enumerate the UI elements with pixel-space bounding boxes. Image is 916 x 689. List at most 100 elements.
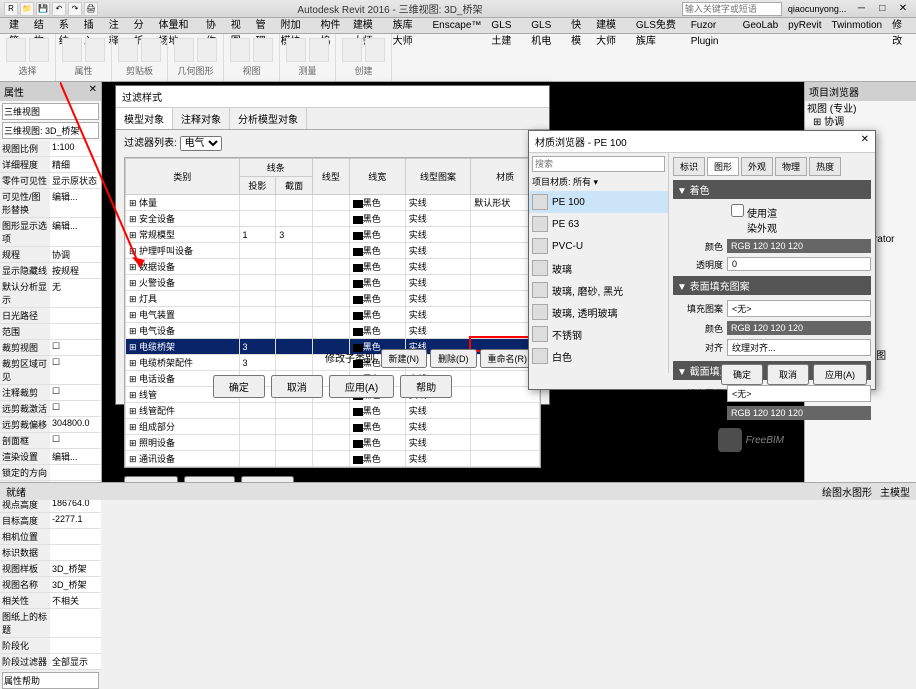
prop-row[interactable]: 详细程度精细: [0, 157, 101, 173]
color3-value[interactable]: RGB 120 120 120: [727, 406, 871, 420]
menu-GeoLab[interactable]: GeoLab: [738, 18, 784, 33]
menu-分析[interactable]: 分析: [129, 18, 154, 33]
prop-row[interactable]: 日光路径: [0, 308, 101, 324]
menu-视图[interactable]: 视图: [226, 18, 251, 33]
color-value[interactable]: RGB 120 120 120: [727, 239, 871, 253]
material-item[interactable]: PE 63: [529, 213, 668, 235]
prop-row[interactable]: 相机位置: [0, 529, 101, 545]
prop-row[interactable]: 规程协调: [0, 247, 101, 263]
vg-row[interactable]: ⊞ 体量黑色实线默认形状: [126, 195, 540, 211]
prop-row[interactable]: 阶段化: [0, 638, 101, 654]
vg-row[interactable]: ⊞ 护理呼叫设备黑色实线: [126, 243, 540, 259]
vg-tab[interactable]: 注释对象: [173, 108, 230, 129]
align-button[interactable]: 纹理对齐...: [727, 339, 871, 356]
ribbon-icon[interactable]: [365, 38, 385, 62]
vg-tab[interactable]: 分析模型对象: [230, 108, 307, 129]
menu-GLS土建[interactable]: GLS土建: [486, 18, 526, 33]
menu-体量和场地[interactable]: 体量和场地: [154, 18, 201, 33]
instance-selector[interactable]: 三维视图: 3D_桥架: [2, 122, 99, 139]
menu-插入[interactable]: 插入: [79, 18, 104, 33]
menu-Twinmotion[interactable]: Twinmotion: [827, 18, 888, 33]
vg-row[interactable]: ⊞ 通讯设备黑色实线: [126, 451, 540, 467]
prop-row[interactable]: 渲染设置编辑...: [0, 449, 101, 465]
mod-btn[interactable]: 删除(D): [430, 349, 477, 368]
surface-header[interactable]: ▼ 表面填充图案: [673, 276, 871, 295]
menu-协作[interactable]: 协作: [201, 18, 226, 33]
status-model[interactable]: 主模型: [880, 484, 910, 499]
menu-族库大师[interactable]: 族库大师: [388, 18, 428, 33]
menu-注释[interactable]: 注释: [104, 18, 129, 33]
ribbon-icon[interactable]: [174, 38, 194, 62]
mod-btn[interactable]: 重命名(R): [480, 349, 536, 368]
menu-附加模块[interactable]: 附加模块: [276, 18, 316, 33]
material-filter[interactable]: 项目材质: 所有 ▾: [532, 175, 665, 188]
prop-row[interactable]: 范围: [0, 324, 101, 340]
vg-row[interactable]: ⊞ 电气设备黑色实线: [126, 323, 540, 339]
prop-row[interactable]: 剖面框☐: [0, 433, 101, 449]
prop-row[interactable]: 相关性不相关: [0, 593, 101, 609]
menu-GLS机电[interactable]: GLS机电: [526, 18, 566, 33]
close-button[interactable]: ✕: [894, 3, 912, 14]
filter-combo[interactable]: 电气: [180, 136, 222, 151]
prop-row[interactable]: 目标高度-2277.1: [0, 513, 101, 529]
user-label[interactable]: qiaocunyong...: [788, 4, 847, 14]
menu-建筑[interactable]: 建筑: [4, 18, 29, 33]
mat-tab[interactable]: 标识: [673, 157, 705, 176]
prop-row[interactable]: 视图比例1:100: [0, 141, 101, 157]
close-icon[interactable]: ✕: [89, 84, 97, 99]
mat-tab[interactable]: 外观: [741, 157, 773, 176]
prop-row[interactable]: 视图名称3D_桥架: [0, 577, 101, 593]
vg-row[interactable]: ⊞ 安全设备黑色实线: [126, 211, 540, 227]
mat-btn-确定[interactable]: 确定: [721, 364, 763, 385]
mat-tab[interactable]: 物理: [775, 157, 807, 176]
ribbon-icon[interactable]: [29, 38, 49, 62]
vg-table[interactable]: 类别 线条 线型 线宽 线型图案 材质 投影 截面 ⊞ 体量黑色实线默认形状⊞ …: [124, 157, 541, 468]
maximize-button[interactable]: □: [873, 3, 891, 14]
vg-row[interactable]: ⊞ 火警设备黑色实线: [126, 275, 540, 291]
menu-建模大师[interactable]: 建模大师: [591, 18, 631, 33]
ribbon-icon[interactable]: [85, 38, 105, 62]
prop-row[interactable]: 显示隐藏线按规程: [0, 263, 101, 279]
help-search-input[interactable]: [682, 2, 782, 16]
prop-row[interactable]: 远剪裁偏移304800.0: [0, 417, 101, 433]
menu-pyRevit[interactable]: pyRevit: [783, 18, 826, 33]
mat-btn-应用(A)[interactable]: 应用(A): [813, 364, 867, 385]
redo-icon[interactable]: ↷: [68, 2, 82, 16]
ribbon-icon[interactable]: [253, 38, 273, 62]
prop-row[interactable]: 远剪裁激活☐: [0, 401, 101, 417]
ribbon-icon[interactable]: [230, 38, 250, 62]
mat-btn-取消[interactable]: 取消: [767, 364, 809, 385]
tree-item[interactable]: 视图 (专业): [807, 103, 914, 116]
ribbon-icon[interactable]: [6, 38, 26, 62]
pattern2-combo[interactable]: <无>: [727, 385, 871, 402]
vg-row[interactable]: ⊞ 数据设备黑色实线: [126, 259, 540, 275]
dialog-btn-取消[interactable]: 取消: [271, 375, 323, 398]
prop-row[interactable]: 视图样板3D_桥架: [0, 561, 101, 577]
material-item[interactable]: PVC-U: [529, 235, 668, 257]
dialog-btn-帮助[interactable]: 帮助: [400, 375, 452, 398]
menu-GLS免费族库[interactable]: GLS免费族库: [631, 18, 686, 33]
shading-header[interactable]: ▼ 着色: [673, 180, 871, 199]
prop-row[interactable]: 锁定的方向: [0, 465, 101, 481]
print-icon[interactable]: 🖨: [84, 2, 98, 16]
prop-row[interactable]: 标识数据: [0, 545, 101, 561]
mod-btn[interactable]: 新建(N): [381, 349, 428, 368]
prop-row[interactable]: 默认分析显示无: [0, 279, 101, 308]
menu-构件坞[interactable]: 构件坞: [315, 18, 347, 33]
menu-系统[interactable]: 系统: [54, 18, 79, 33]
menu-建模大师[interactable]: 建模大师: [348, 18, 388, 33]
prop-row[interactable]: 裁剪视图☐: [0, 340, 101, 356]
dialog-btn-应用(A)[interactable]: 应用(A): [329, 375, 394, 398]
close-icon[interactable]: ✕: [861, 134, 869, 145]
prop-row[interactable]: 可见性/图形替换编辑...: [0, 189, 101, 218]
open-icon[interactable]: 📁: [20, 2, 34, 16]
ribbon-icon[interactable]: [141, 38, 161, 62]
app-icon[interactable]: R: [4, 2, 18, 16]
material-item[interactable]: 不锈钢: [529, 323, 668, 345]
tree-item[interactable]: ⊞ 协调: [807, 116, 914, 129]
dialog-btn-确定[interactable]: 确定: [213, 375, 265, 398]
menu-Fuzor Plugin[interactable]: Fuzor Plugin: [686, 18, 738, 33]
ribbon-icon[interactable]: [197, 38, 217, 62]
type-selector[interactable]: 三维视图: [2, 103, 99, 120]
ribbon-icon[interactable]: [286, 38, 306, 62]
